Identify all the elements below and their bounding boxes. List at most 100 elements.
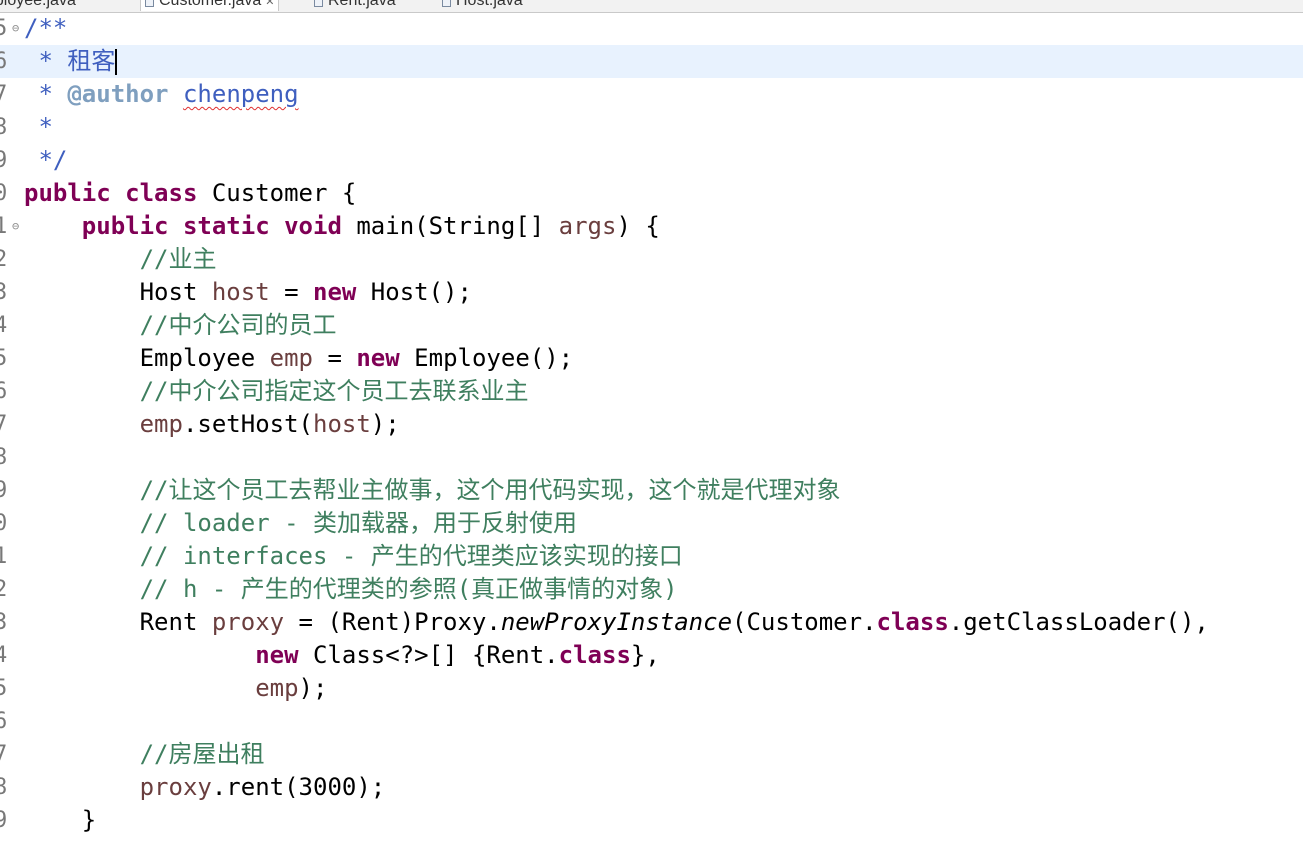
code-line[interactable]: 0 // loader - 类加载器，用于反射使用 <box>0 507 1303 540</box>
code-text: } <box>24 804 96 837</box>
code-text: // loader - 类加载器，用于反射使用 <box>24 507 577 540</box>
code-token: public <box>24 179 111 207</box>
code-line[interactable]: 9 //让这个员工去帮业主做事，这个用代码实现，这个就是代理对象 <box>0 474 1303 507</box>
code-token: Rent <box>24 608 212 636</box>
code-text: //让这个员工去帮业主做事，这个用代码实现，这个就是代理对象 <box>24 474 841 507</box>
code-editor[interactable]: 5 ⊖/** 6 * 租客 7 * @author chenpeng 8 * 9 */0 p… <box>0 12 1303 844</box>
line-number: 8 <box>0 115 8 140</box>
code-text: Employee emp = new Employee(); <box>24 342 574 375</box>
code-line[interactable]: 4 new Class<?>[] {Rent.class}, <box>0 639 1303 672</box>
line-number: 5 <box>0 346 8 371</box>
code-token: main(String[] <box>341 212 559 240</box>
line-number: 7 <box>0 412 8 437</box>
line-number: 6 <box>0 709 8 734</box>
code-text: */ <box>24 144 67 177</box>
code-text: emp.setHost(host); <box>24 408 400 441</box>
code-line[interactable]: 8 proxy.rent(3000); <box>0 771 1303 804</box>
fold-toggle-icon[interactable]: ⊖ <box>12 210 19 243</box>
code-line[interactable]: 0 public class Customer { <box>0 177 1303 210</box>
code-line[interactable]: 5 ⊖/** <box>0 12 1303 45</box>
code-text: // h - 产生的代理类的参照(真正做事情的对象) <box>24 573 678 606</box>
code-token: // interfaces - 产生的代理类应该实现的接口 <box>139 542 683 570</box>
code-token: Customer { <box>197 179 357 207</box>
line-number: 9 <box>0 808 8 833</box>
code-line[interactable]: 1 // interfaces - 产生的代理类应该实现的接口 <box>0 540 1303 573</box>
line-number: 2 <box>0 577 8 602</box>
code-line[interactable]: 9 } <box>0 804 1303 837</box>
code-token: Host(); <box>356 278 472 306</box>
code-text: /** <box>24 12 67 45</box>
code-text: public static void main(String[] args) { <box>24 210 660 243</box>
code-token: Employee <box>24 344 270 372</box>
code-token: //业主 <box>139 245 217 273</box>
tab-rent-java[interactable]: Rent.java <box>314 0 396 11</box>
code-line[interactable]: 6 //中介公司指定这个员工去联系业主 <box>0 375 1303 408</box>
code-line[interactable]: 3 Rent proxy = (Rent)Proxy.newProxyInsta… <box>0 606 1303 639</box>
line-number: 9 <box>0 478 8 503</box>
code-token: class <box>876 608 949 636</box>
code-token: @author <box>67 80 169 108</box>
line-number: 6 <box>0 49 8 74</box>
code-token: class <box>125 179 198 207</box>
code-token: Host <box>24 278 212 306</box>
code-text: Host host = new Host(); <box>24 276 472 309</box>
code-line[interactable]: 7 * @author chenpeng <box>0 78 1303 111</box>
code-line[interactable]: 9 */ <box>0 144 1303 177</box>
code-text: //房屋出租 <box>24 738 265 771</box>
code-token: emp <box>139 410 183 438</box>
code-line[interactable]: 8 <box>0 441 1303 474</box>
code-line[interactable]: 2 //业主 <box>0 243 1303 276</box>
code-line[interactable]: 3 Host host = new Host(); <box>0 276 1303 309</box>
code-token: proxy <box>139 773 212 801</box>
code-line[interactable]: 5 emp); <box>0 672 1303 705</box>
tab-label: Rent.java <box>328 0 396 9</box>
code-line[interactable]: 6 * 租客 <box>0 45 1303 78</box>
code-text: * <box>24 111 52 144</box>
code-token: args <box>558 212 617 240</box>
code-line[interactable]: 1 ⊖ public static void main(String[] args… <box>0 210 1303 243</box>
code-token: // h - 产生的代理类的参照(真正做事情的对象) <box>139 575 678 603</box>
code-line[interactable]: 6 <box>0 705 1303 738</box>
code-token: public <box>81 212 169 240</box>
code-line[interactable]: 5 Employee emp = new Employee(); <box>0 342 1303 375</box>
line-number: 7 <box>0 742 8 767</box>
code-token: new <box>313 278 357 306</box>
code-text: public class Customer { <box>24 177 356 210</box>
tab-customer-java[interactable]: Customer.java ✕ <box>140 0 280 11</box>
code-token: = <box>269 278 313 306</box>
tab-employee-java[interactable]: nployee.java <box>0 0 76 11</box>
code-line[interactable]: 7 //房屋出租 <box>0 738 1303 771</box>
line-number: 4 <box>0 643 8 668</box>
close-icon[interactable]: ✕ <box>265 0 274 8</box>
code-token: static <box>182 212 270 240</box>
code-line[interactable]: 2 // h - 产生的代理类的参照(真正做事情的对象) <box>0 573 1303 606</box>
fold-toggle-icon[interactable]: ⊖ <box>12 12 19 45</box>
code-line[interactable]: 8 * <box>0 111 1303 144</box>
tab-host-java[interactable]: Host.java <box>442 0 523 11</box>
code-line[interactable]: 7 emp.setHost(host); <box>0 408 1303 441</box>
code-text: proxy.rent(3000); <box>24 771 386 804</box>
code-token: */ <box>24 146 68 174</box>
code-token: }, <box>630 641 660 669</box>
code-text: * @author chenpeng <box>24 78 299 111</box>
code-text: //中介公司的员工 <box>24 309 337 342</box>
line-number: 0 <box>0 511 8 536</box>
tab-label: nployee.java <box>0 0 76 9</box>
tab-label: Host.java <box>456 0 523 9</box>
code-token: chenpeng <box>182 80 299 108</box>
code-token: * <box>24 80 68 108</box>
code-line[interactable]: 4 //中介公司的员工 <box>0 309 1303 342</box>
line-number: 8 <box>0 775 8 800</box>
code-token: ); <box>370 410 400 438</box>
code-token: .getClassLoader(), <box>948 608 1209 636</box>
code-text: new Class<?>[] {Rent.class}, <box>24 639 660 672</box>
